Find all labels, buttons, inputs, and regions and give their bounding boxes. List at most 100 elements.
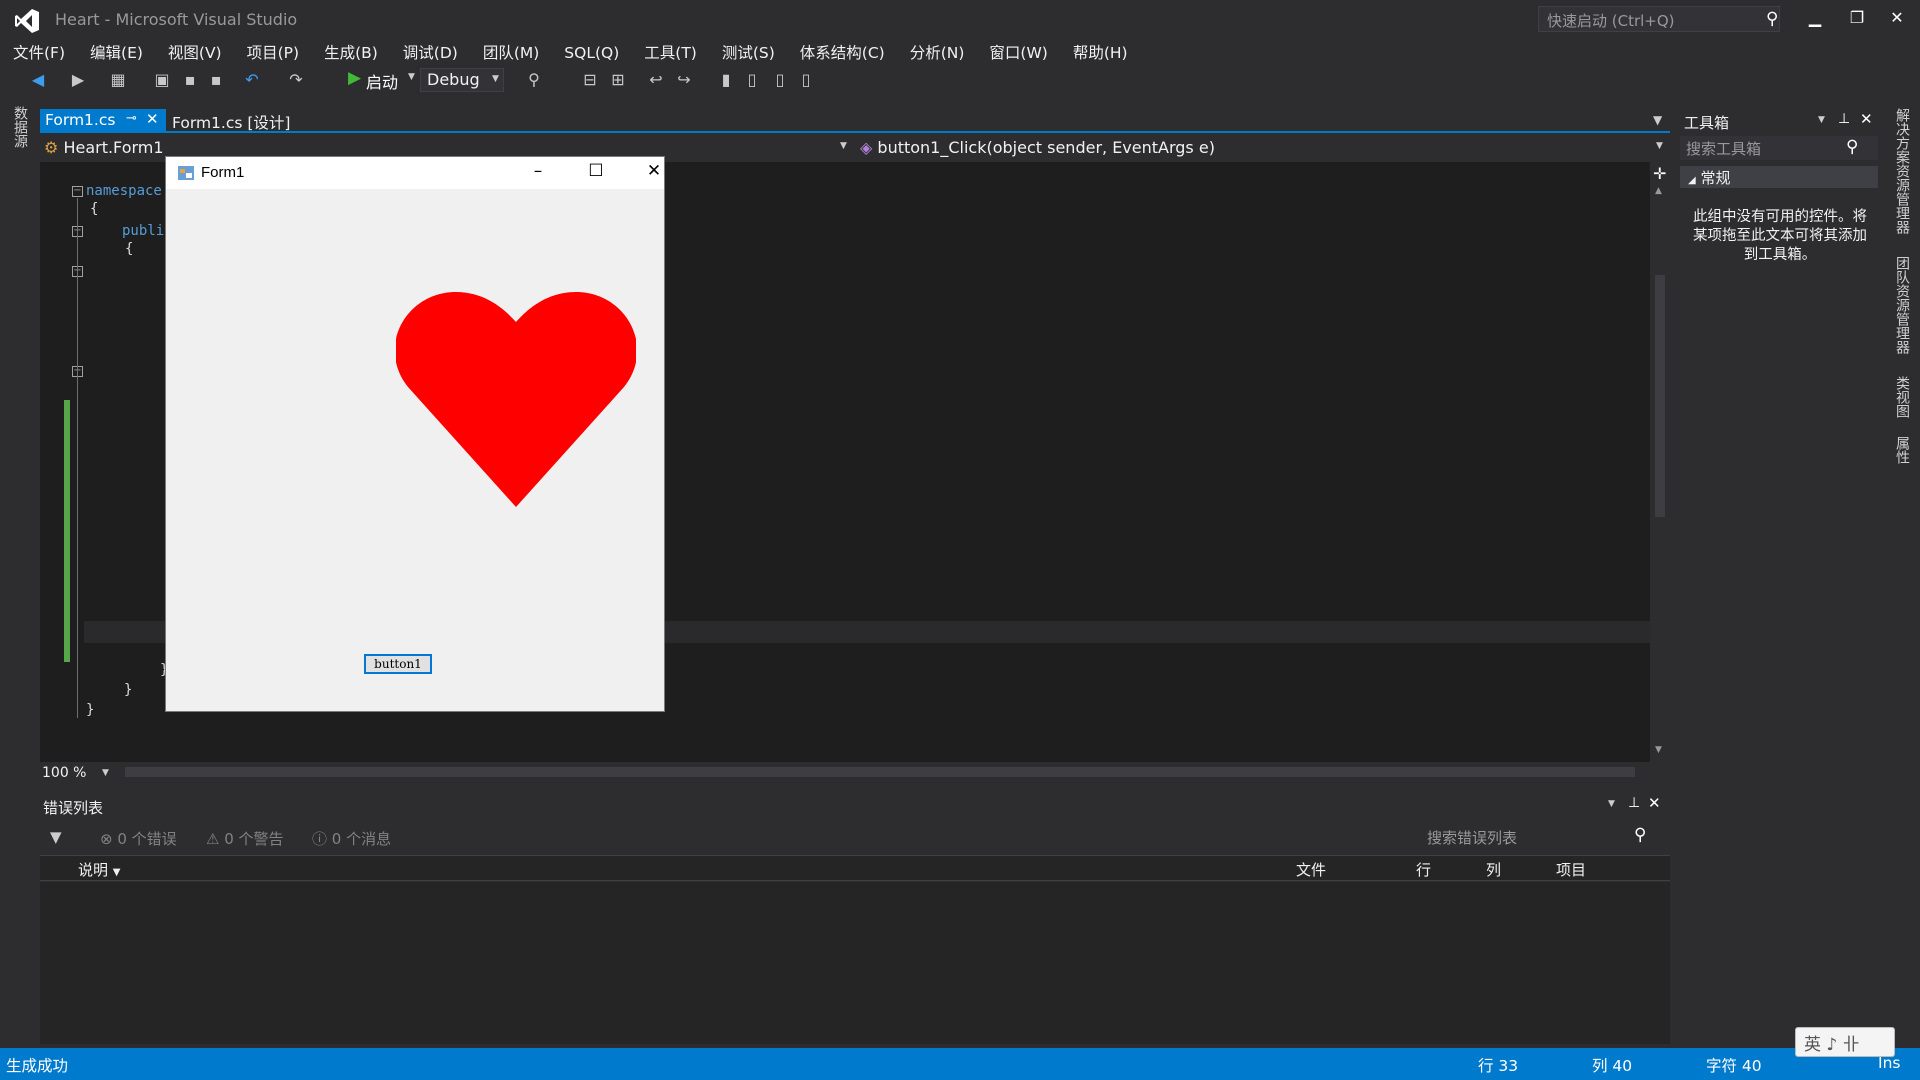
prev-bookmark-icon[interactable]: ▯ [742,70,762,90]
solution-explorer-tab[interactable]: 解决方案资源管理器 [1892,108,1912,234]
close-tab-icon[interactable]: ✕ [146,110,159,128]
column-description[interactable]: 说明 ▼ [78,859,121,880]
form-close-button[interactable]: ✕ [634,161,674,185]
restore-button[interactable]: ❐ [1842,8,1872,32]
split-icon[interactable]: ✛ [1653,164,1666,183]
format-icon[interactable]: ⊞ [608,70,628,90]
menu-sql[interactable]: SQL(Q) [551,41,631,65]
menu-analyze[interactable]: 分析(N) [897,38,977,66]
visual-studio-logo-icon [15,9,39,33]
horizontal-scrollbar[interactable] [125,767,1635,777]
scrollbar-thumb[interactable] [1655,275,1665,517]
toolbox-group-general[interactable]: ◢ 常规 [1680,166,1878,188]
warning-icon: ⚠ [206,830,220,848]
menu-team[interactable]: 团队(M) [470,38,551,66]
menu-view[interactable]: 视图(V) [155,38,234,66]
align-icon[interactable]: ⊟ [580,70,600,90]
save-icon[interactable]: ▪ [180,70,200,90]
error-list-menu-icon[interactable]: ▼ [1608,799,1615,809]
data-sources-tab[interactable]: 数据源 [10,106,30,148]
zoom-level-select[interactable]: 100 % [42,765,86,781]
ime-indicator[interactable]: 英 ♪ 卝 [1795,1027,1895,1057]
member-dropdown-icon[interactable]: ▼ [1656,141,1663,151]
toolbox-menu-icon[interactable]: ▼ [1818,115,1825,125]
filter-icon[interactable]: ▼ [50,828,62,846]
menu-tools[interactable]: 工具(T) [631,38,709,66]
menu-debug[interactable]: 调试(D) [390,38,470,66]
type-dropdown[interactable]: ⚙ Heart.Form1 [44,138,164,157]
bookmark-icon[interactable]: ▮ [716,70,736,90]
error-list-search-input[interactable]: 搜索错误列表 [1415,825,1660,849]
tab-form1-design[interactable]: Form1.cs [设计] [172,111,290,133]
pin-icon[interactable]: ⊥ [1628,795,1640,811]
status-line: 行 33 [1478,1057,1519,1075]
new-project-icon[interactable]: ▦ [108,70,128,90]
search-icon[interactable]: ⚲ [1846,137,1858,157]
member-dropdown[interactable]: ◈ button1_Click(object sender, EventArgs… [860,138,1215,157]
menu-file[interactable]: 文件(F) [0,38,77,66]
window-title: Heart - Microsoft Visual Studio [55,10,298,29]
quick-launch-input[interactable]: 快速启动 (Ctrl+Q) [1538,6,1780,32]
messages-filter-button[interactable]: ⓘ 0 个消息 [312,828,391,849]
close-icon[interactable]: ✕ [1860,110,1873,128]
errors-filter-button[interactable]: ⊗ 0 个错误 [100,828,177,849]
pin-icon[interactable]: ⊸ [126,111,137,126]
start-button[interactable]: 启动 [366,69,398,93]
column-line[interactable]: 行 [1416,859,1431,880]
tab-label: Form1.cs [45,111,116,129]
pin-icon[interactable]: ⊥ [1838,111,1850,127]
config-dropdown-icon: ▼ [492,74,499,84]
team-explorer-tab[interactable]: 团队资源管理器 [1892,256,1912,354]
minimize-button[interactable]: ▁ [1800,8,1830,32]
close-icon[interactable]: ✕ [1648,794,1661,812]
redo-icon[interactable]: ↷ [286,70,306,90]
class-icon: ⚙ [44,138,59,157]
type-label: Heart.Form1 [63,138,164,157]
tab-list-dropdown-icon[interactable]: ▼ [1653,113,1662,127]
clear-bookmarks-icon[interactable]: ▯ [796,70,816,90]
menu-project[interactable]: 项目(P) [234,38,311,66]
toolbox-title: 工具箱 [1684,114,1730,132]
back-icon[interactable]: ◀ [28,70,48,90]
close-window-button[interactable]: ✕ [1882,8,1912,32]
class-view-tab[interactable]: 类视图 [1892,376,1912,418]
collapse-icon[interactable]: − [72,186,83,197]
error-list-header [40,793,1670,819]
expand-triangle-icon: ◢ [1688,175,1696,186]
start-dropdown-icon[interactable]: ▼ [408,72,415,82]
column-file[interactable]: 文件 [1296,859,1326,880]
open-file-icon[interactable]: ▣ [152,70,172,90]
step-icon[interactable]: ↩ [646,70,666,90]
step-out-icon[interactable]: ↪ [674,70,694,90]
forward-icon[interactable]: ▶ [68,70,88,90]
menu-window[interactable]: 窗口(W) [976,38,1059,66]
properties-tab[interactable]: 属性 [1892,436,1912,464]
search-icon[interactable]: ⚲ [1766,9,1778,29]
menu-edit[interactable]: 编辑(E) [77,38,155,66]
column-col[interactable]: 列 [1486,859,1501,880]
warnings-filter-button[interactable]: ⚠ 0 个警告 [206,828,284,849]
type-dropdown-icon[interactable]: ▼ [840,141,847,151]
button1[interactable]: button1 [364,654,432,674]
undo-icon[interactable]: ↶ [242,70,262,90]
search-icon[interactable]: ⚲ [1634,825,1646,845]
status-message: 生成成功 [6,1057,69,1075]
save-all-icon[interactable]: ▪ [206,70,226,90]
tab-form1-cs[interactable]: Form1.cs ⊸ ✕ [40,109,166,133]
zoom-dropdown-icon[interactable]: ▼ [102,768,109,778]
scroll-up-icon[interactable]: ▲ [1655,186,1662,196]
column-project[interactable]: 项目 [1556,859,1586,880]
menu-build[interactable]: 生成(B) [311,38,390,66]
start-play-icon[interactable]: ▶ [348,68,361,88]
form-minimize-button[interactable]: – [518,161,558,185]
status-char: 字符 40 [1706,1057,1762,1075]
code-public: publi [122,223,165,239]
menu-help[interactable]: 帮助(H) [1060,38,1140,66]
messages-count: 0 个消息 [331,830,392,848]
menu-architecture[interactable]: 体系结构(C) [787,38,897,66]
next-bookmark-icon[interactable]: ▯ [770,70,790,90]
menu-test[interactable]: 测试(S) [709,38,787,66]
form-maximize-button[interactable]: ☐ [576,161,616,185]
scroll-down-icon[interactable]: ▼ [1655,745,1662,755]
find-icon[interactable]: ⚲ [524,70,544,90]
